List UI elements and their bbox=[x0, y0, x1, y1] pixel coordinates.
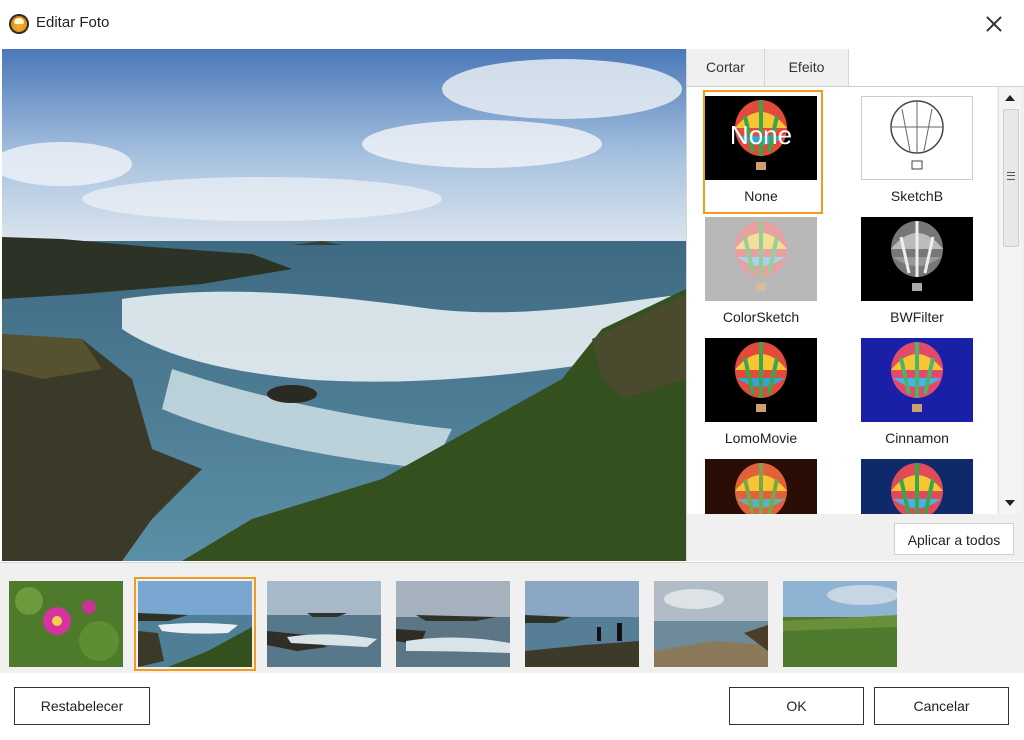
effect-warm[interactable] bbox=[703, 453, 823, 514]
filmstrip-thumbnail[interactable] bbox=[9, 581, 123, 667]
field-photo bbox=[783, 581, 897, 667]
effects-scrollbar[interactable] bbox=[998, 87, 1021, 514]
grip-icon bbox=[1007, 172, 1015, 180]
reset-button[interactable]: Restabelecer bbox=[14, 687, 150, 725]
effect-cinnamon[interactable]: Cinnamon bbox=[859, 332, 979, 456]
balloon-image bbox=[735, 463, 787, 514]
coast-photo bbox=[267, 581, 381, 667]
effect-cool[interactable] bbox=[859, 453, 979, 514]
effect-lomomovie[interactable]: LomoMovie bbox=[703, 332, 823, 456]
effect-sketchb[interactable]: SketchB bbox=[859, 90, 979, 214]
balloon-image bbox=[891, 463, 943, 514]
effects-grid: None None SketchB ColorSketch BWFilter L… bbox=[687, 87, 997, 514]
flower-photo bbox=[9, 581, 123, 667]
ok-button[interactable]: OK bbox=[729, 687, 864, 725]
balloon-thumbnail: None bbox=[705, 96, 817, 180]
tab-cortar[interactable]: Cortar bbox=[687, 49, 765, 86]
balloon-thumbnail bbox=[705, 338, 817, 422]
apply-to-all-button[interactable]: Aplicar a todos bbox=[894, 523, 1014, 555]
effect-none[interactable]: None None bbox=[703, 90, 823, 214]
balloon-image bbox=[735, 221, 787, 291]
balloon-image bbox=[890, 100, 944, 170]
balloon-image bbox=[735, 342, 787, 412]
effect-label: SketchB bbox=[890, 188, 944, 204]
photo-preview bbox=[2, 49, 686, 561]
effect-label: ColorSketch bbox=[722, 309, 800, 325]
cancel-button[interactable]: Cancelar bbox=[874, 687, 1009, 725]
coast-photo bbox=[138, 581, 252, 667]
effect-colorsketch[interactable]: ColorSketch bbox=[703, 211, 823, 335]
coast-photo bbox=[654, 581, 768, 667]
filmstrip-thumbnail[interactable] bbox=[783, 581, 897, 667]
coast-photo bbox=[396, 581, 510, 667]
balloon-thumbnail bbox=[861, 96, 973, 180]
balloon-thumbnail bbox=[861, 338, 973, 422]
filmstrip-thumbnail[interactable] bbox=[654, 581, 768, 667]
app-logo-icon bbox=[9, 14, 29, 34]
tab-efeito[interactable]: Efeito bbox=[765, 49, 849, 86]
balloon-image bbox=[891, 221, 943, 291]
filmstrip bbox=[0, 562, 1024, 673]
scroll-down-arrow-icon[interactable] bbox=[1001, 494, 1019, 512]
balloon-image bbox=[891, 342, 943, 412]
effect-none-overlay: None bbox=[729, 120, 793, 150]
effects-panel: Cortar Efeito None None SketchB ColorSke… bbox=[686, 49, 1024, 561]
effect-bwfilter[interactable]: BWFilter bbox=[859, 211, 979, 335]
coast-photo bbox=[525, 581, 639, 667]
scrollbar-thumb[interactable] bbox=[1003, 109, 1019, 247]
effect-label: None bbox=[744, 188, 778, 204]
effect-label: BWFilter bbox=[890, 309, 944, 325]
title-bar: Editar Foto bbox=[0, 0, 1024, 48]
filmstrip-thumbnail[interactable] bbox=[396, 581, 510, 667]
balloon-thumbnail bbox=[705, 459, 817, 514]
effect-label: LomoMovie bbox=[724, 430, 798, 446]
tab-bar: Cortar Efeito bbox=[687, 49, 1024, 87]
window-title: Editar Foto bbox=[36, 14, 110, 31]
filmstrip-thumbnail[interactable] bbox=[525, 581, 639, 667]
balloon-thumbnail bbox=[861, 217, 973, 301]
photo-preview-image bbox=[2, 49, 686, 561]
balloon-thumbnail bbox=[861, 459, 973, 514]
effect-label: Cinnamon bbox=[885, 430, 949, 446]
scroll-up-arrow-icon[interactable] bbox=[1001, 89, 1019, 107]
filmstrip-thumbnail-selected[interactable] bbox=[134, 577, 256, 671]
balloon-thumbnail bbox=[705, 217, 817, 301]
close-icon[interactable] bbox=[982, 12, 1006, 36]
filmstrip-thumbnail[interactable] bbox=[267, 581, 381, 667]
